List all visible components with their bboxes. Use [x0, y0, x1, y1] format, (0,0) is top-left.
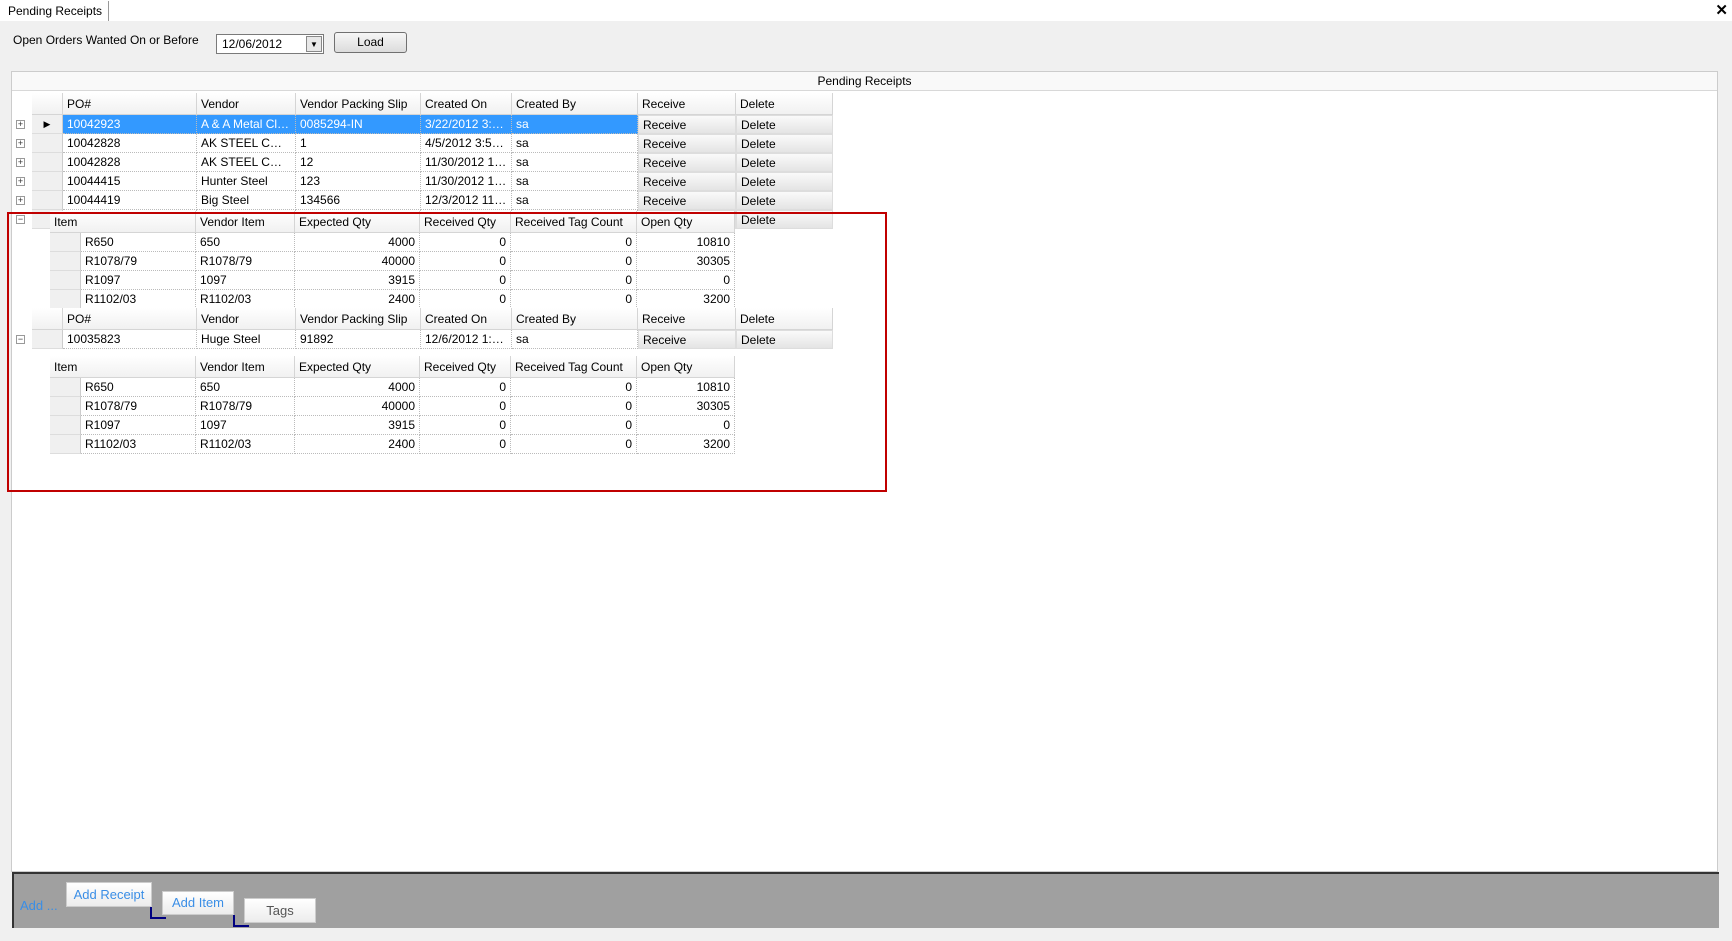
bottom-toolbar: Add ... Add Receipt Add Item Tags	[12, 872, 1719, 928]
column-header-row[interactable]: PO# Vendor Vendor Packing Slip Created On Cr…	[32, 93, 833, 115]
highlight-box	[7, 212, 887, 492]
delete-button[interactable]: Delete	[736, 153, 833, 172]
receive-button[interactable]: Receive	[638, 191, 736, 210]
row-header[interactable]	[32, 172, 63, 191]
grid-caption: Pending Receipts	[12, 72, 1717, 91]
date-value: 12/06/2012	[222, 37, 283, 51]
delete-button[interactable]: Delete	[736, 191, 833, 210]
row-header[interactable]	[32, 134, 63, 153]
column-header[interactable]: Created On	[421, 93, 512, 115]
cell-vendor: Big Steel	[197, 191, 296, 210]
load-button[interactable]: Load	[334, 32, 407, 53]
table-row[interactable]: 10042828 AK STEEL COR... 12 11/30/2012 12:.…	[32, 153, 833, 172]
cell-vendor: Hunter Steel	[197, 172, 296, 191]
row-header[interactable]: ▶	[32, 115, 63, 134]
cell-created-on: 4/5/2012 3:51 P...	[421, 134, 512, 153]
cell-po: 10044415	[63, 172, 197, 191]
cell-vendor: A & A Metal Cle...	[197, 115, 296, 134]
delete-button[interactable]: Delete	[736, 115, 833, 134]
receive-button[interactable]: Receive	[638, 172, 736, 191]
row-header[interactable]	[32, 153, 63, 172]
tags-button[interactable]: Tags	[244, 898, 316, 923]
add-receipt-button[interactable]: Add Receipt	[66, 882, 152, 907]
column-header[interactable]: Receive	[638, 93, 736, 115]
cell-created-on: 11/30/2012 12:...	[421, 153, 512, 172]
cell-vendor: AK STEEL COR...	[197, 134, 296, 153]
cell-created-on: 12/3/2012 11:2...	[421, 191, 512, 210]
cell-created-by: sa	[512, 115, 638, 134]
cell-created-by: sa	[512, 153, 638, 172]
cell-slip: 1	[296, 134, 421, 153]
cell-slip: 0085294-IN	[296, 115, 421, 134]
cell-created-on: 3/22/2012 3:39...	[421, 115, 512, 134]
table-row[interactable]: 10044415 Hunter Steel 123 11/30/2012 1:5...…	[32, 172, 833, 191]
table-row[interactable]: ▶ 10042923 A & A Metal Cle... 0085294-IN 3/2…	[32, 115, 833, 134]
cell-po: 10042923	[63, 115, 197, 134]
row-header[interactable]	[32, 191, 63, 210]
cell-po: 10044419	[63, 191, 197, 210]
column-header[interactable]: Created By	[512, 93, 638, 115]
cell-created-on: 11/30/2012 1:5...	[421, 172, 512, 191]
table-row[interactable]: 10042828 AK STEEL COR... 1 4/5/2012 3:51 P.…	[32, 134, 833, 153]
cell-created-by: sa	[512, 191, 638, 210]
cell-po: 10042828	[63, 134, 197, 153]
cell-slip: 12	[296, 153, 421, 172]
close-icon[interactable]: ✕	[1715, 1, 1728, 19]
date-picker[interactable]: 12/06/2012 ▼	[216, 34, 324, 54]
column-header[interactable]: PO#	[63, 93, 197, 115]
add-item-button[interactable]: Add Item	[162, 891, 234, 915]
column-header[interactable]: Delete	[736, 93, 833, 115]
expand-icon[interactable]: +	[16, 158, 25, 167]
chevron-down-icon[interactable]: ▼	[306, 36, 322, 52]
cell-created-by: sa	[512, 172, 638, 191]
tab-pending-receipts[interactable]: Pending Receipts	[2, 1, 110, 21]
receive-button[interactable]: Receive	[638, 134, 736, 153]
add-link[interactable]: Add ...	[20, 898, 58, 913]
cell-slip: 134566	[296, 191, 421, 210]
expand-icon[interactable]: +	[16, 120, 25, 129]
expand-icon[interactable]: +	[16, 196, 25, 205]
cell-created-by: sa	[512, 134, 638, 153]
receive-button[interactable]: Receive	[638, 153, 736, 172]
cell-slip: 123	[296, 172, 421, 191]
delete-button[interactable]: Delete	[736, 134, 833, 153]
column-header[interactable]: Vendor	[197, 93, 296, 115]
row-header-corner	[32, 93, 63, 115]
receive-button[interactable]: Receive	[638, 115, 736, 134]
tab-strip: Pending Receipts ✕	[0, 0, 1732, 21]
table-row[interactable]: 10044419 Big Steel 134566 12/3/2012 11:2...…	[32, 191, 833, 210]
column-header[interactable]: Vendor Packing Slip	[296, 93, 421, 115]
cell-po: 10042828	[63, 153, 197, 172]
delete-button[interactable]: Delete	[736, 172, 833, 191]
cell-vendor: AK STEEL COR...	[197, 153, 296, 172]
expand-icon[interactable]: +	[16, 139, 25, 148]
filter-label: Open Orders Wanted On or Before	[13, 33, 199, 47]
expand-icon[interactable]: +	[16, 177, 25, 186]
